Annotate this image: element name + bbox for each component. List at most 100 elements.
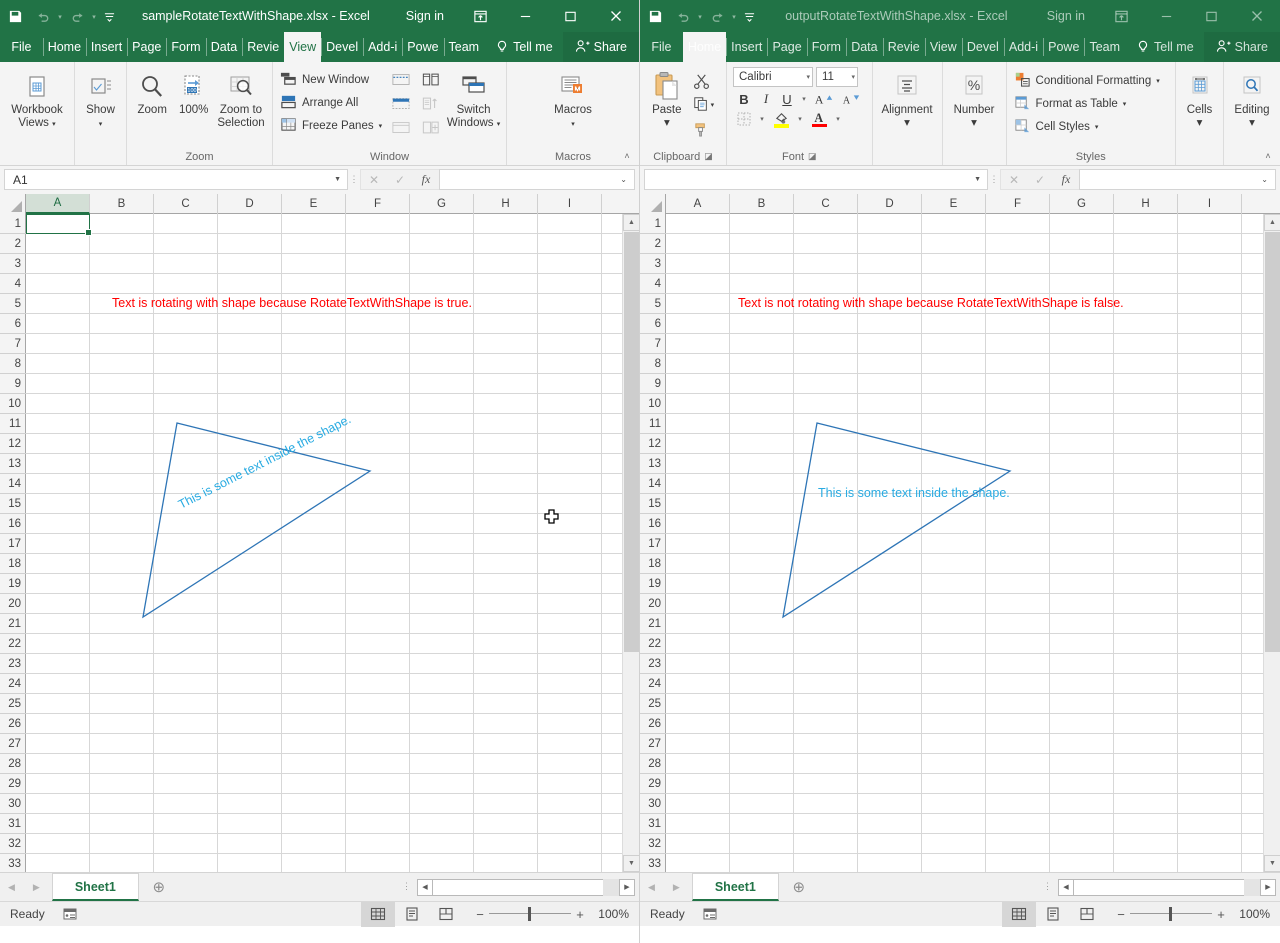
column-header-G[interactable]: G (410, 194, 474, 214)
cells-caret-icon[interactable]: ▾ (1197, 117, 1203, 130)
column-header-E[interactable]: E (922, 194, 986, 214)
row-header-2[interactable]: 2 (640, 234, 666, 254)
column-header-A[interactable]: A (26, 194, 90, 214)
row-header-9[interactable]: 9 (0, 374, 26, 394)
conditional-formatting-button[interactable]: Conditional Formatting ▾ (1011, 69, 1163, 92)
next-sheet-icon[interactable]: ▶ (673, 882, 680, 893)
reset-window-position-icon[interactable] (419, 117, 443, 138)
column-header-D[interactable]: D (218, 194, 282, 214)
formula-input[interactable]: ⌄ (1079, 169, 1276, 190)
name-box[interactable]: A1 ▼ (4, 169, 348, 190)
tab-data[interactable]: Data (206, 32, 243, 62)
tab-split-handle[interactable]: ⋮ (402, 873, 417, 901)
column-header-D[interactable]: D (858, 194, 922, 214)
row-header-13[interactable]: 13 (640, 454, 666, 474)
row-header-15[interactable]: 15 (0, 494, 26, 514)
close-icon[interactable] (1234, 0, 1280, 32)
column-header-E[interactable]: E (282, 194, 346, 214)
cell-styles-button[interactable]: Cell Styles ▾ (1011, 115, 1163, 138)
font-name-combobox[interactable]: Calibri ▾ (733, 67, 813, 87)
column-header-F[interactable]: F (346, 194, 410, 214)
horizontal-scroll-track[interactable] (433, 879, 603, 896)
row-header-10[interactable]: 10 (640, 394, 666, 414)
enter-icon[interactable]: ✓ (387, 170, 413, 189)
formula-bar-resize-handle[interactable]: ⋮ (988, 176, 1000, 183)
underline-caret-icon[interactable]: ▾ (798, 95, 810, 103)
zoom-slider-left[interactable]: − + (463, 907, 595, 922)
scroll-down-icon[interactable]: ▼ (623, 855, 639, 872)
zoom-level-label[interactable]: 100% (595, 907, 639, 921)
column-header-G[interactable]: G (1050, 194, 1114, 214)
column-header-A[interactable]: A (666, 194, 730, 214)
vertical-scrollbar-right[interactable]: ▲ ▼ (1263, 214, 1280, 872)
vertical-scrollbar-left[interactable]: ▲ ▼ (622, 214, 639, 872)
row-header-19[interactable]: 19 (0, 574, 26, 594)
row-header-10[interactable]: 10 (0, 394, 26, 414)
tab-file[interactable]: File (640, 32, 683, 62)
bold-button[interactable]: B (733, 92, 755, 107)
column-header-H[interactable]: H (474, 194, 538, 214)
zoom-level-label[interactable]: 100% (1236, 907, 1280, 921)
vertical-scroll-thumb[interactable] (1265, 232, 1280, 652)
number-button[interactable]: % Number ▾ (947, 66, 1002, 130)
row-header-18[interactable]: 18 (640, 554, 666, 574)
workbook-views-button[interactable]: WorkbookViews ▾ (4, 66, 70, 130)
tab-formulas[interactable]: Form (807, 32, 846, 62)
tab-developer[interactable]: Devel (321, 32, 363, 62)
tab-split-handle[interactable]: ⋮ (1043, 873, 1058, 901)
row-header-28[interactable]: 28 (640, 754, 666, 774)
maximize-icon[interactable] (1189, 0, 1234, 32)
row-header-6[interactable]: 6 (0, 314, 26, 334)
page-layout-view-icon[interactable] (1036, 902, 1070, 927)
horizontal-scroll-thumb[interactable] (1074, 880, 1229, 895)
tab-team[interactable]: Team (444, 32, 485, 62)
row-header-27[interactable]: 27 (0, 734, 26, 754)
scroll-up-icon[interactable]: ▲ (623, 214, 639, 231)
new-window-button[interactable]: New Window (277, 68, 385, 91)
column-header-C[interactable]: C (794, 194, 858, 214)
zoom-slider-right[interactable]: − + (1104, 907, 1236, 922)
row-header-4[interactable]: 4 (640, 274, 666, 294)
row-header-7[interactable]: 7 (640, 334, 666, 354)
share-button[interactable]: Share (563, 32, 639, 62)
column-header-B[interactable]: B (90, 194, 154, 214)
row-header-4[interactable]: 4 (0, 274, 26, 294)
format-painter-icon[interactable] (690, 117, 714, 141)
select-all-corner[interactable] (0, 194, 26, 214)
row-header-11[interactable]: 11 (0, 414, 26, 434)
row-header-16[interactable]: 16 (640, 514, 666, 534)
row-header-9[interactable]: 9 (640, 374, 666, 394)
font-size-combobox[interactable]: 11 ▾ (816, 67, 858, 87)
row-header-23[interactable]: 23 (0, 654, 26, 674)
normal-view-icon[interactable] (1002, 902, 1036, 927)
cell-area-left[interactable]: Text is rotating with shape because Rota… (26, 214, 622, 872)
hide-window-icon[interactable] (389, 93, 413, 114)
tab-power-pivot[interactable]: Powe (402, 32, 443, 62)
arrange-all-button[interactable]: Arrange All (277, 91, 385, 114)
row-header-12[interactable]: 12 (0, 434, 26, 454)
scroll-right-icon[interactable]: ▶ (619, 879, 635, 896)
font-color-caret-icon[interactable]: ▾ (832, 115, 844, 123)
cut-icon[interactable] (690, 69, 714, 93)
tell-me-search[interactable]: Tell me (1125, 32, 1204, 62)
zoom-100-button[interactable]: 100 100% (173, 66, 214, 117)
sheet-tab-sheet1[interactable]: Sheet1 (52, 873, 139, 901)
row-header-3[interactable]: 3 (640, 254, 666, 274)
row-header-26[interactable]: 26 (0, 714, 26, 734)
font-name-caret-icon[interactable]: ▾ (806, 73, 810, 81)
name-box-caret-icon[interactable]: ▼ (334, 176, 344, 183)
tab-team[interactable]: Team (1084, 32, 1125, 62)
row-header-24[interactable]: 24 (640, 674, 666, 694)
row-header-32[interactable]: 32 (0, 834, 26, 854)
italic-button[interactable]: I (756, 91, 776, 107)
zoom-thumb[interactable] (1169, 907, 1172, 921)
format-as-table-button[interactable]: Format as Table ▾ (1011, 92, 1163, 115)
number-caret-icon[interactable]: ▾ (971, 117, 977, 130)
row-header-15[interactable]: 15 (640, 494, 666, 514)
macro-record-icon[interactable] (45, 907, 77, 921)
row-header-7[interactable]: 7 (0, 334, 26, 354)
zoom-button[interactable]: Zoom (131, 66, 173, 117)
freeze-panes-caret-icon[interactable]: ▾ (379, 122, 383, 130)
shrink-font-icon[interactable]: A (838, 91, 864, 107)
select-all-corner[interactable] (640, 194, 666, 214)
